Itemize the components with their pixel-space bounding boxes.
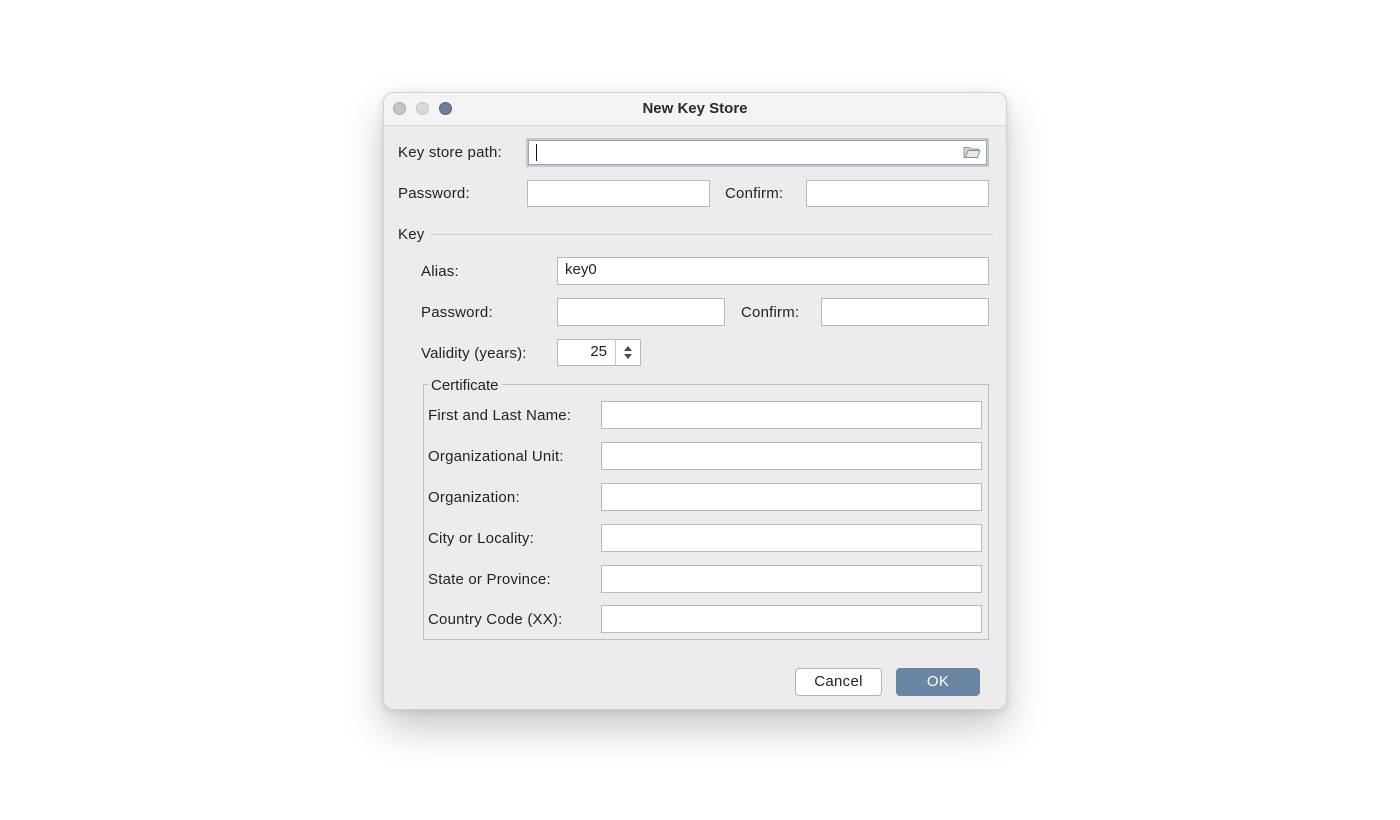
keystore-password-label: Password: bbox=[398, 185, 470, 202]
new-key-store-dialog: New Key Store Key store path: Password: … bbox=[383, 92, 1007, 710]
alias-label: Alias: bbox=[421, 263, 459, 280]
keystore-password-input[interactable] bbox=[527, 180, 710, 207]
key-confirm-input[interactable] bbox=[821, 298, 989, 326]
alias-input[interactable]: key0 bbox=[557, 257, 989, 285]
cert-org-unit-input[interactable] bbox=[601, 442, 982, 470]
validity-stepper[interactable]: 25 bbox=[557, 339, 641, 366]
cert-org-label: Organization: bbox=[428, 489, 520, 506]
key-confirm-label: Confirm: bbox=[741, 304, 800, 321]
cert-org-input[interactable] bbox=[601, 483, 982, 511]
key-store-path-input[interactable] bbox=[526, 138, 989, 167]
cert-state-input[interactable] bbox=[601, 565, 982, 593]
key-section-label: Key bbox=[398, 226, 425, 243]
cert-city-input[interactable] bbox=[601, 524, 982, 552]
title-bar: New Key Store bbox=[384, 93, 1006, 126]
dialog-title: New Key Store bbox=[642, 100, 748, 117]
key-section-divider bbox=[431, 234, 993, 235]
cert-org-unit-label: Organizational Unit: bbox=[428, 448, 564, 465]
cert-country-input[interactable] bbox=[601, 605, 982, 633]
stepper-arrows-icon[interactable] bbox=[615, 340, 640, 365]
folder-icon[interactable] bbox=[963, 145, 981, 159]
keystore-confirm-input[interactable] bbox=[806, 180, 989, 207]
text-caret bbox=[536, 144, 537, 161]
key-password-label: Password: bbox=[421, 304, 493, 321]
cancel-button[interactable]: Cancel bbox=[795, 668, 882, 696]
cert-name-label: First and Last Name: bbox=[428, 407, 572, 424]
validity-value: 25 bbox=[590, 343, 607, 360]
desktop: New Key Store Key store path: Password: … bbox=[0, 0, 1400, 820]
cert-state-label: State or Province: bbox=[428, 571, 551, 588]
cert-name-input[interactable] bbox=[601, 401, 982, 429]
validity-label: Validity (years): bbox=[421, 345, 527, 362]
key-store-path-label: Key store path: bbox=[398, 144, 502, 161]
cert-country-label: Country Code (XX): bbox=[428, 611, 563, 628]
key-password-input[interactable] bbox=[557, 298, 725, 326]
keystore-confirm-label: Confirm: bbox=[725, 185, 784, 202]
cert-city-label: City or Locality: bbox=[428, 530, 534, 547]
certificate-group-title: Certificate bbox=[428, 377, 502, 394]
ok-button[interactable]: OK bbox=[896, 668, 980, 696]
